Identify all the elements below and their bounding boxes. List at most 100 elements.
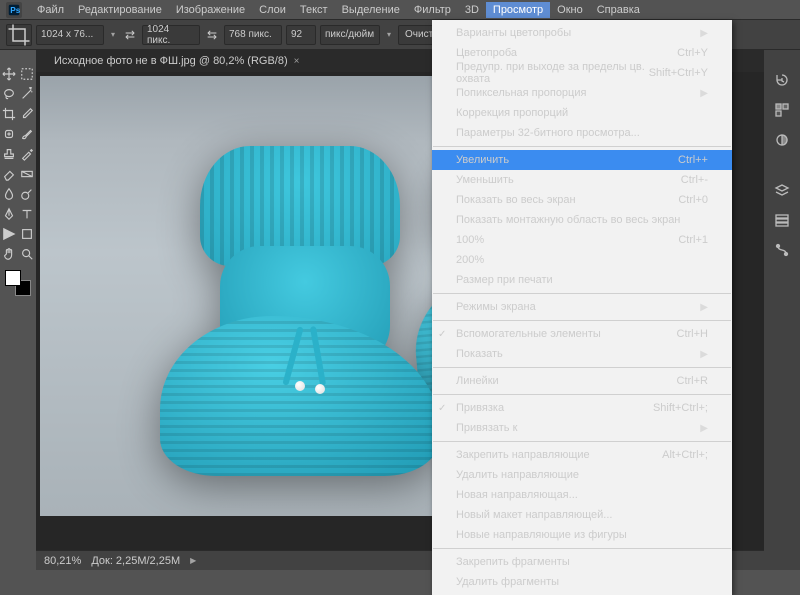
menu-row[interactable]: Показать во весь экранCtrl+0 [432, 190, 732, 210]
menu-row: Удалить фрагменты [432, 572, 732, 592]
menu-row[interactable]: Закрепить фрагменты [432, 552, 732, 572]
menu-item-слои[interactable]: Слои [252, 2, 293, 18]
menu-row-label: Показать [456, 348, 503, 360]
menu-item-изображение[interactable]: Изображение [169, 2, 252, 18]
blur-tool-icon[interactable] [0, 185, 18, 203]
menu-row: Удалить направляющие [432, 465, 732, 485]
menu-item-выделение[interactable]: Выделение [335, 2, 407, 18]
channels-panel-icon[interactable] [771, 210, 793, 230]
menu-row-label: Вспомогательные элементы [456, 328, 601, 340]
crop-units-field[interactable]: пикс/дюйм [320, 25, 380, 45]
menu-row-shortcut: Shift+Ctrl+Y [649, 67, 708, 79]
menu-item-файл[interactable]: Файл [30, 2, 71, 18]
app-logo: Ps [6, 2, 22, 18]
heal-tool-icon[interactable] [0, 125, 18, 143]
menu-row[interactable]: ✓ Вспомогательные элементы Ctrl+H [432, 324, 732, 344]
menu-row-label: Показать монтажную область во весь экран [456, 214, 680, 226]
check-icon: ✓ [438, 329, 446, 340]
eyedrop-tool-icon[interactable] [18, 105, 36, 123]
adjustments-panel-icon[interactable] [771, 130, 793, 150]
menu-row-label: Привязать к [456, 422, 517, 434]
color-swatches[interactable] [5, 270, 31, 296]
menu-row[interactable]: ЛинейкиCtrl+R [432, 371, 732, 391]
tool-palette [0, 50, 36, 570]
menu-item-редактирование[interactable]: Редактирование [71, 2, 169, 18]
menu-row-label: Линейки [456, 375, 499, 387]
menu-row-label: Новая направляющая... [456, 489, 578, 501]
paths-panel-icon[interactable] [771, 240, 793, 260]
menu-item-справка[interactable]: Справка [590, 2, 647, 18]
menu-row[interactable]: Закрепить направляющиеAlt+Ctrl+; [432, 445, 732, 465]
menu-item-окно[interactable]: Окно [550, 2, 590, 18]
marquee-tool-icon[interactable] [18, 65, 36, 83]
hand-tool-icon[interactable] [0, 245, 18, 263]
menu-row[interactable]: 200% [432, 250, 732, 270]
doc-size: Док: 2,25M/2,25M [91, 555, 180, 567]
menu-row[interactable]: Попиксельная пропорция▶ [432, 83, 732, 103]
menu-item-фильтр[interactable]: Фильтр [407, 2, 458, 18]
type-tool-icon[interactable] [18, 205, 36, 223]
menu-row-shortcut: Ctrl+- [681, 174, 708, 186]
menu-row-shortcut: Shift+Ctrl+; [653, 402, 708, 414]
lasso-tool-icon[interactable] [0, 85, 18, 103]
menu-row-label: Показать во весь экран [456, 194, 576, 206]
menu-row-label: 200% [456, 254, 484, 266]
zoom-level[interactable]: 80,21% [44, 555, 81, 567]
menu-row-label: Варианты цветопробы [456, 27, 571, 39]
dodge-tool-icon[interactable] [18, 185, 36, 203]
menu-separator [433, 367, 731, 368]
menu-row[interactable]: УвеличитьCtrl++ [432, 150, 732, 170]
menu-item-текст[interactable]: Текст [293, 2, 335, 18]
document-tab[interactable]: Исходное фото не в ФШ.jpg @ 80,2% (RGB/8… [46, 52, 308, 70]
menu-row-label: Уменьшить [456, 174, 514, 186]
menu-row[interactable]: ЦветопробаCtrl+Y [432, 43, 732, 63]
shape-tool-icon[interactable] [18, 225, 36, 243]
menu-row-label: Закрепить направляющие [456, 449, 590, 461]
move-tool-icon[interactable] [0, 65, 18, 83]
menu-row[interactable]: ✓ПривязкаShift+Ctrl+; [432, 398, 732, 418]
wand-tool-icon[interactable] [18, 85, 36, 103]
menu-row-label: Цветопроба [456, 47, 517, 59]
menu-row-label: Режимы экрана [456, 301, 536, 313]
crop-tool-icon[interactable] [0, 105, 18, 123]
menu-item-просмотр[interactable]: Просмотр [486, 2, 550, 18]
menu-row[interactable]: Новая направляющая... [432, 485, 732, 505]
eraser-tool-icon[interactable] [0, 165, 18, 183]
color-panel-icon[interactable] [771, 100, 793, 120]
crop-width-field[interactable]: 1024 пикс. [142, 25, 200, 45]
stamp-tool-icon[interactable] [0, 145, 18, 163]
crop-res-field[interactable]: 92 [286, 25, 316, 45]
menu-row-shortcut: Ctrl+1 [678, 234, 708, 246]
menu-item-3d[interactable]: 3D [458, 2, 486, 18]
menu-row[interactable]: Размер при печати [432, 270, 732, 290]
menu-row[interactable]: Режимы экрана▶ [432, 297, 732, 317]
crop-tool-icon[interactable] [6, 24, 32, 46]
menu-row[interactable]: Предупр. при выходе за пределы цв. охват… [432, 63, 732, 83]
link-icon[interactable]: ⇆ [204, 28, 220, 42]
brush-tool-icon[interactable] [18, 125, 36, 143]
history-brush-icon[interactable] [18, 145, 36, 163]
menu-row-label: Удалить направляющие [456, 469, 579, 481]
path-tool-icon[interactable] [0, 225, 18, 243]
menu-row[interactable]: Новый макет направляющей... [432, 505, 732, 525]
close-icon[interactable]: × [294, 56, 300, 67]
menu-row-label: Коррекция пропорций [456, 107, 568, 119]
layers-panel-icon[interactable] [771, 180, 793, 200]
chevron-right-icon[interactable]: ▶ [190, 556, 196, 565]
menu-row: Новые направляющие из фигуры [432, 525, 732, 545]
menu-separator [433, 320, 731, 321]
gradient-tool-icon[interactable] [18, 165, 36, 183]
menu-row[interactable]: Привязать к▶ [432, 418, 732, 438]
menu-row-shortcut: Ctrl+H [677, 328, 708, 340]
menu-row[interactable]: Уменьшить Ctrl+- [432, 170, 732, 190]
menu-row[interactable]: Варианты цветопробы▶ [432, 23, 732, 43]
menu-row-label: Попиксельная пропорция [456, 87, 586, 99]
history-panel-icon[interactable] [771, 70, 793, 90]
menu-row[interactable]: Показать▶ [432, 344, 732, 364]
crop-ratio-field[interactable]: 1024 x 76... [36, 25, 104, 45]
menu-row[interactable]: 100%Ctrl+1 [432, 230, 732, 250]
pen-tool-icon[interactable] [0, 205, 18, 223]
crop-height-field[interactable]: 768 пикс. [224, 25, 282, 45]
zoom-tool-icon[interactable] [18, 245, 36, 263]
swap-icon[interactable]: ⇄ [122, 28, 138, 42]
